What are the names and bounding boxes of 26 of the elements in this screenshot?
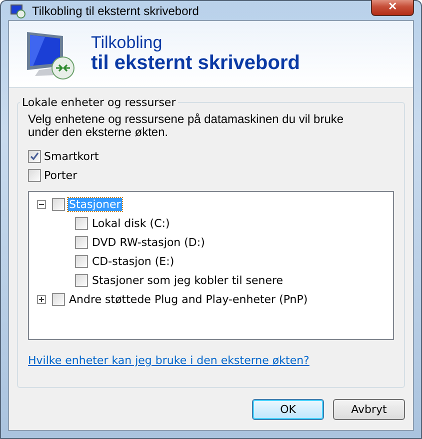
group-legend: Lokale enheter og ressurser xyxy=(20,96,178,109)
help-link[interactable]: Hvilke enheter kan jeg bruke i den eksterne økten? xyxy=(28,354,310,367)
expand-icon[interactable] xyxy=(37,295,46,304)
tree-item[interactable]: CD-stasjon (E:) xyxy=(91,255,176,268)
tree-item[interactable]: Andre støttede Plug and Play-enheter (PnP) xyxy=(68,293,309,306)
checkbox[interactable] xyxy=(52,293,65,306)
checkbox[interactable] xyxy=(75,236,88,249)
ok-button[interactable]: OK xyxy=(252,399,324,420)
checkbox[interactable] xyxy=(75,274,88,287)
tree-item[interactable]: DVD RW-stasjon (D:) xyxy=(91,236,206,249)
checkbox-label: Smartkort xyxy=(44,150,99,163)
cancel-button[interactable]: Avbryt xyxy=(333,399,405,420)
checkbox[interactable] xyxy=(52,198,65,211)
checkbox-label: Porter xyxy=(44,169,78,182)
header-subtitle: til eksternt skrivebord xyxy=(91,52,300,74)
checkbox[interactable] xyxy=(75,217,88,230)
window-title: Tilkobling til eksternt skrivebord xyxy=(32,4,200,18)
description-text: Velg enhetene og ressursene på datamaskinen du vil bruke under den eksterne økten. xyxy=(28,113,345,139)
header-title: Tilkobling xyxy=(91,34,164,52)
checkbox[interactable] xyxy=(28,169,41,182)
close-button[interactable]: ✕ xyxy=(371,0,414,16)
checkbox[interactable] xyxy=(75,255,88,268)
checkbox[interactable] xyxy=(28,150,41,163)
collapse-icon[interactable] xyxy=(37,200,46,209)
tree-item[interactable]: Stasjoner som jeg kobler til senere xyxy=(91,274,284,287)
tree-item[interactable]: Lokal disk (C:) xyxy=(91,217,171,230)
